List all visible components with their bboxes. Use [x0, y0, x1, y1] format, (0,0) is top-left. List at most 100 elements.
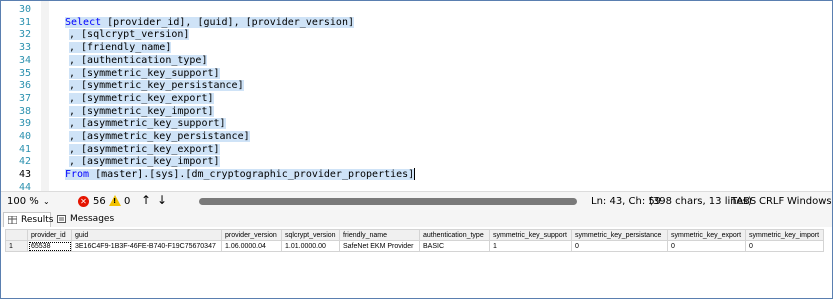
- horizontal-scrollbar[interactable]: [199, 198, 577, 205]
- editor-status-bar: 100 % ⌄ ✕ 56 ! 0 ↑ ↓ Ln: 43, Ch: 59 (398…: [1, 191, 832, 213]
- tab-messages-label: Messages: [70, 214, 115, 224]
- line-ending[interactable]: CRLF: [759, 195, 784, 209]
- column-header[interactable]: symmetric_key_export: [667, 229, 746, 241]
- line-number: 30: [19, 4, 32, 15]
- sql-text: , [asymmetric_key_import]: [69, 156, 220, 168]
- grid-cell[interactable]: SafeNet EKM Provider: [339, 240, 420, 252]
- line-number: 41: [19, 143, 32, 155]
- sql-text: , [asymmetric_key_export]: [69, 143, 220, 155]
- column-header[interactable]: sqlcrypt_version: [281, 229, 340, 241]
- line-number: 32: [19, 29, 32, 41]
- error-icon[interactable]: ✕: [78, 196, 89, 207]
- code-text: Select [provider_id], [guid], [provider_…: [65, 16, 354, 29]
- code-line[interactable]: 37 , [symmetric_key_export]: [1, 92, 832, 105]
- arrow-up-icon[interactable]: ↑: [141, 193, 151, 207]
- code-text: , [symmetric_key_export]: [69, 92, 214, 105]
- grid-cell[interactable]: 0: [745, 240, 824, 252]
- sql-text: , [friendly_name]: [69, 42, 172, 54]
- tab-results-label: Results: [21, 215, 54, 225]
- code-text: , [symmetric_key_import]: [69, 105, 214, 118]
- line-number: 35: [19, 67, 32, 79]
- results-grid[interactable]: provider_id guid provider_version sqlcrypt_…: [1, 227, 832, 298]
- line-number: 39: [19, 118, 32, 130]
- code-text: , [symmetric_key_support]: [69, 67, 220, 80]
- code-text: , [asymmetric_key_persistance]: [69, 130, 250, 143]
- zoom-value: 100 %: [7, 196, 39, 207]
- results-tabs: Results Messages: [1, 212, 832, 228]
- tab-results[interactable]: Results: [3, 212, 54, 228]
- code-line[interactable]: 34 , [authentication_type]: [1, 54, 832, 67]
- encoding[interactable]: Windows 1: [787, 195, 832, 209]
- code-line[interactable]: 38 , [symmetric_key_import]: [1, 105, 832, 118]
- line-number: 31: [19, 16, 32, 28]
- results-table[interactable]: provider_id guid provider_version sqlcrypt_…: [5, 229, 824, 252]
- sql-text: , [asymmetric_key_persistance]: [69, 131, 250, 142]
- line-number: 36: [19, 80, 32, 92]
- code-text: , [asymmetric_key_import]: [69, 155, 220, 168]
- messages-icon: [57, 215, 66, 223]
- grid-cell[interactable]: 3E16C4F9-1B3F-46FE-B740-F19C75670347: [71, 240, 222, 252]
- sql-text: , [symmetric_key_persistance]: [69, 80, 244, 92]
- code-line[interactable]: 43 From [master].[sys].[dm_cryptographic_…: [1, 168, 832, 181]
- line-number: 43: [19, 169, 32, 181]
- code-line[interactable]: 30: [1, 3, 832, 16]
- code-text: , [asymmetric_key_support]: [69, 117, 226, 130]
- sql-keyword: Select: [65, 16, 102, 28]
- grid-header-row: provider_id guid provider_version sqlcrypt_…: [5, 229, 824, 241]
- code-line[interactable]: 31 Select [provider_id], [guid], [provide…: [1, 16, 832, 29]
- line-number: 34: [19, 54, 32, 66]
- chevron-down-icon: ⌄: [43, 197, 50, 206]
- tab-messages[interactable]: Messages: [53, 212, 115, 227]
- error-count[interactable]: 56: [93, 195, 106, 209]
- column-header[interactable]: symmetric_key_persistance: [571, 229, 668, 241]
- line-number: 40: [19, 131, 32, 142]
- column-header[interactable]: authentication_type: [419, 229, 490, 241]
- column-header[interactable]: provider_id: [27, 229, 72, 241]
- line-number: 37: [19, 92, 32, 104]
- code-line[interactable]: 39 , [asymmetric_key_support]: [1, 117, 832, 130]
- code-line[interactable]: 40 , [asymmetric_key_persistance]: [1, 130, 832, 143]
- table-row[interactable]: 1 65538 3E16C4F9-1B3F-46FE-B740-F19C756703…: [5, 240, 824, 252]
- code-line[interactable]: 42 , [asymmetric_key_import]: [1, 155, 832, 168]
- code-line[interactable]: 35 , [symmetric_key_support]: [1, 67, 832, 80]
- grid-corner[interactable]: [5, 229, 28, 241]
- grid-cell[interactable]: BASIC: [419, 240, 490, 252]
- sql-text: , [sqlcrypt_version]: [69, 29, 190, 41]
- sql-text: , [symmetric_key_support]: [69, 67, 220, 79]
- text-caret: [414, 168, 416, 181]
- column-header[interactable]: symmetric_key_support: [489, 229, 572, 241]
- grid-icon: [8, 216, 17, 224]
- column-header[interactable]: symmetric_key_import: [745, 229, 824, 241]
- code-text: , [asymmetric_key_export]: [69, 143, 220, 156]
- warning-mark: !: [113, 197, 117, 205]
- warning-count[interactable]: 0: [124, 195, 130, 209]
- grid-cell[interactable]: 0: [667, 240, 746, 252]
- indent-mode[interactable]: TABS: [731, 195, 756, 209]
- query-window: 30 31 Select [provider_id], [guid], [provi…: [0, 0, 833, 299]
- sql-text: , [symmetric_key_export]: [69, 92, 214, 104]
- code-line[interactable]: 41 , [asymmetric_key_export]: [1, 143, 832, 156]
- code-text: , [sqlcrypt_version]: [69, 28, 190, 41]
- column-header[interactable]: friendly_name: [339, 229, 420, 241]
- code-line[interactable]: 36 , [symmetric_key_persistance]: [1, 79, 832, 92]
- grid-cell[interactable]: 1.01.0000.00: [281, 240, 340, 252]
- code-text: From [master].[sys].[dm_cryptographic_pr…: [65, 168, 416, 181]
- grid-cell[interactable]: 65538: [27, 240, 72, 252]
- code-line[interactable]: 33 , [friendly_name]: [1, 41, 832, 54]
- line-number: 33: [19, 42, 32, 54]
- grid-cell[interactable]: 1.06.0000.04: [221, 240, 282, 252]
- code-line[interactable]: 32 , [sqlcrypt_version]: [1, 28, 832, 41]
- line-number: 38: [19, 105, 32, 117]
- column-header[interactable]: provider_version: [221, 229, 282, 241]
- grid-cell[interactable]: 0: [571, 240, 668, 252]
- row-number[interactable]: 1: [5, 240, 28, 252]
- column-header[interactable]: guid: [71, 229, 222, 241]
- sql-text: [provider_id], [guid], [provider_version…: [101, 16, 354, 28]
- sql-text: , [asymmetric_key_support]: [69, 118, 226, 130]
- sql-text: [master].[sys].[dm_cryptographic_provide…: [89, 169, 415, 181]
- grid-cell[interactable]: 1: [489, 240, 572, 252]
- arrow-down-icon[interactable]: ↓: [157, 193, 167, 207]
- zoom-dropdown[interactable]: 100 % ⌄: [3, 194, 53, 209]
- code-editor[interactable]: 30 31 Select [provider_id], [guid], [provi…: [1, 1, 832, 193]
- sql-text: , [symmetric_key_import]: [69, 105, 214, 117]
